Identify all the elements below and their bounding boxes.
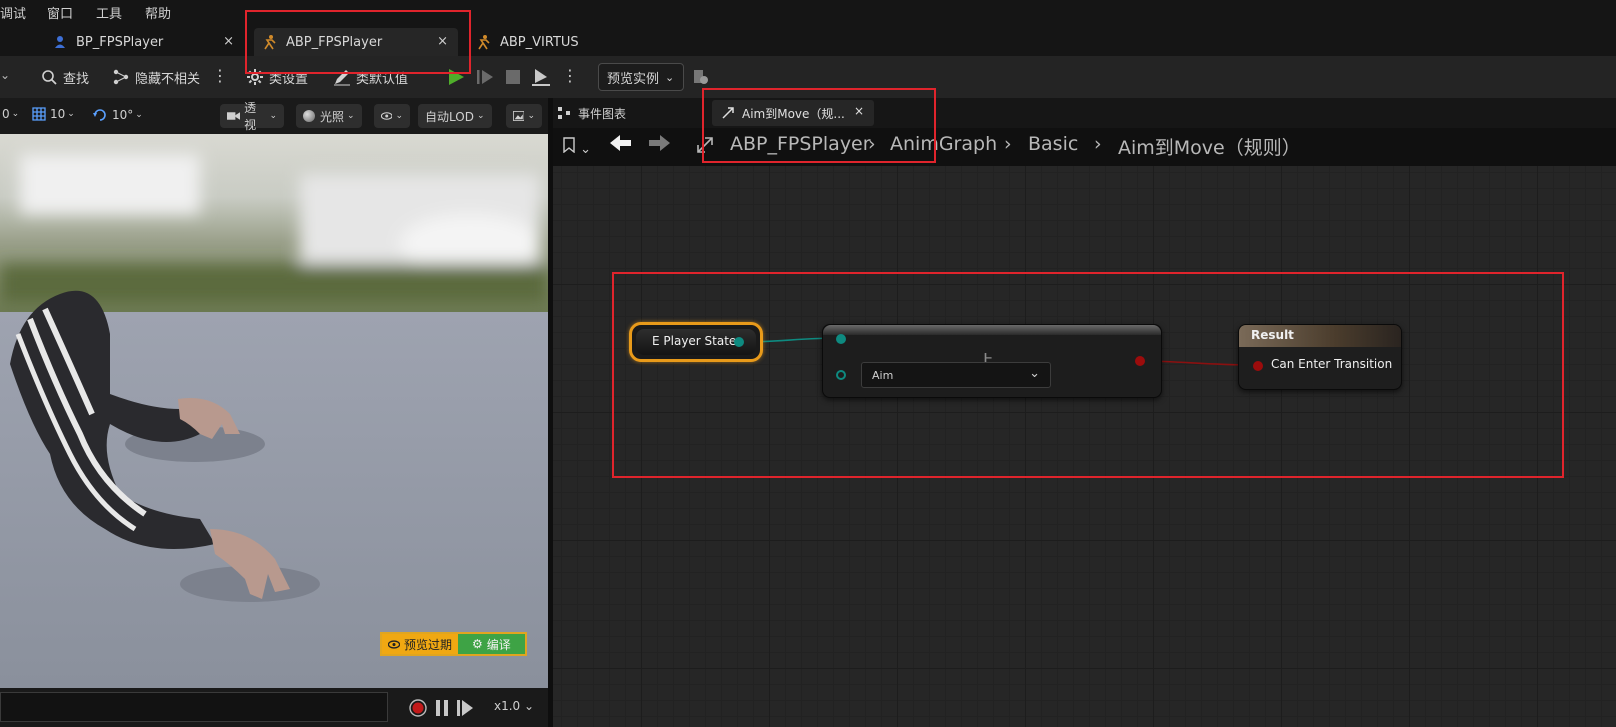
- can-enter-transition-label: Can Enter Transition: [1271, 357, 1393, 371]
- result-node[interactable]: Result Can Enter Transition: [1238, 324, 1402, 390]
- can-enter-transition-pin[interactable]: [1253, 361, 1263, 371]
- enum-compare-node[interactable]: ⱶ Aim ⌄: [822, 324, 1162, 398]
- result-node-title: Result: [1251, 328, 1294, 342]
- player-state-node[interactable]: E Player State: [629, 322, 763, 362]
- chevron-down-icon: ⌄: [1029, 366, 1040, 381]
- enum-output-pin[interactable]: [734, 337, 744, 347]
- enum-input-pin-b[interactable]: [836, 370, 846, 380]
- enum-value-dropdown[interactable]: Aim ⌄: [861, 362, 1051, 388]
- player-state-label: E Player State: [652, 334, 737, 348]
- bool-output-pin[interactable]: [1135, 356, 1145, 366]
- enum-input-pin-a[interactable]: [836, 334, 846, 344]
